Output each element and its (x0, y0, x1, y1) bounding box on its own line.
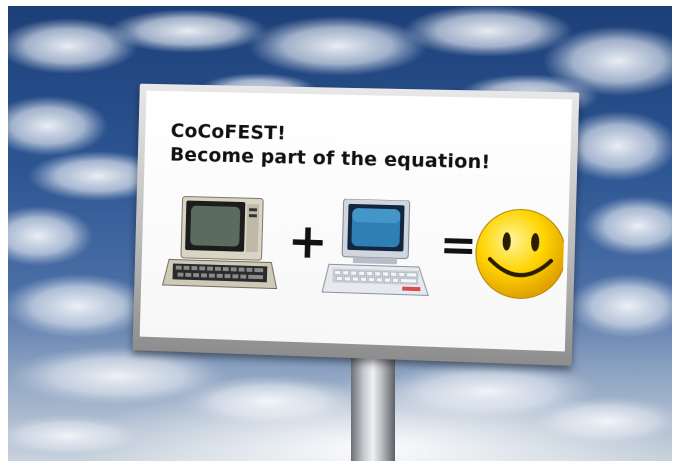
billboard-face: CoCoFEST! Become part of the equation! +… (139, 90, 572, 352)
billboard: CoCoFEST! Become part of the equation! +… (132, 83, 580, 366)
equals-operator: = (439, 219, 478, 272)
retro-computer-icon (322, 198, 431, 295)
vintage-computer-icon (163, 196, 279, 289)
photo-frame: CoCoFEST! Become part of the equation! +… (8, 6, 672, 461)
billboard-headline: CoCoFEST! Become part of the equation! (170, 119, 492, 174)
plus-operator: + (287, 214, 328, 270)
equation: + = (158, 194, 565, 326)
smiley-face-icon (475, 208, 565, 299)
